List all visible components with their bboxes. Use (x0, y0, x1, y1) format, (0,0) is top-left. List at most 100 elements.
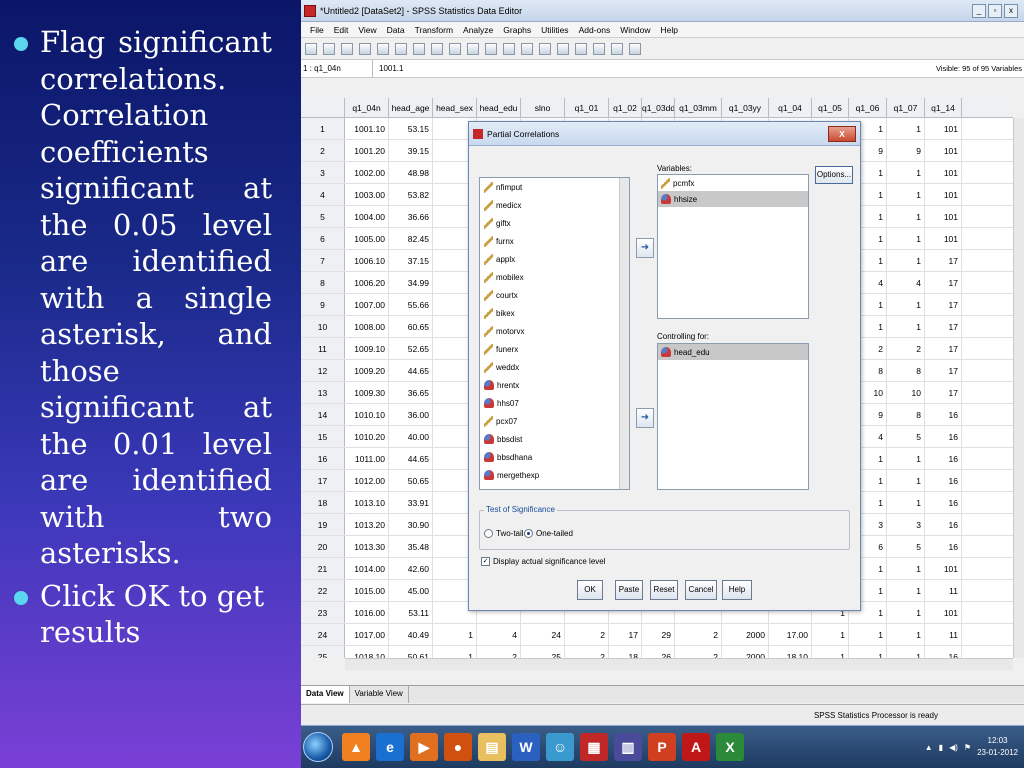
data-cell[interactable]: 9 (887, 140, 925, 161)
column-header[interactable]: head_sex (433, 98, 477, 117)
row-number[interactable]: 17 (301, 470, 345, 491)
data-cell[interactable]: 4 (477, 624, 521, 645)
row-number[interactable]: 8 (301, 272, 345, 293)
data-cell[interactable]: 1009.30 (345, 382, 389, 403)
column-header[interactable]: q1_03mm (675, 98, 722, 117)
menu-transform[interactable]: Transform (410, 25, 458, 35)
row-number[interactable]: 21 (301, 558, 345, 579)
data-cell[interactable]: 1 (433, 646, 477, 658)
data-cell[interactable]: 16 (925, 470, 962, 491)
ok-button[interactable]: OK (577, 580, 603, 600)
data-cell[interactable]: 8 (887, 404, 925, 425)
data-cell[interactable]: 101 (925, 162, 962, 183)
row-number[interactable]: 3 (301, 162, 345, 183)
row-number[interactable]: 12 (301, 360, 345, 381)
data-cell[interactable]: 34.99 (389, 272, 433, 293)
data-cell[interactable]: 40.49 (389, 624, 433, 645)
data-cell[interactable]: 1010.20 (345, 426, 389, 447)
insert-variable-icon[interactable] (503, 42, 515, 55)
data-cell[interactable]: 16 (925, 646, 962, 658)
data-cell[interactable]: 2000 (722, 646, 769, 658)
row-number[interactable]: 24 (301, 624, 345, 645)
data-cell[interactable]: 30.90 (389, 514, 433, 535)
volume-icon[interactable]: ◀) (949, 743, 958, 752)
data-cell[interactable]: 33.91 (389, 492, 433, 513)
data-cell[interactable]: 17 (609, 624, 642, 645)
messenger-icon[interactable]: ☺ (546, 733, 574, 761)
data-cell[interactable]: 1 (887, 294, 925, 315)
data-cell[interactable]: 1017.00 (345, 624, 389, 645)
row-number[interactable]: 9 (301, 294, 345, 315)
column-header[interactable]: q1_06 (849, 98, 887, 117)
data-cell[interactable]: 42.60 (389, 558, 433, 579)
data-cell[interactable]: 101 (925, 118, 962, 139)
data-cell[interactable]: 1013.20 (345, 514, 389, 535)
list-item[interactable]: pcx07 (480, 412, 629, 430)
row-number[interactable]: 2 (301, 140, 345, 161)
data-cell[interactable]: 1007.00 (345, 294, 389, 315)
data-cell[interactable]: 17 (925, 360, 962, 381)
column-header[interactable]: q1_14 (925, 98, 962, 117)
data-cell[interactable]: 60.65 (389, 316, 433, 337)
insert-cases-icon[interactable] (485, 42, 497, 55)
data-cell[interactable]: 29 (642, 624, 675, 645)
list-item[interactable]: giftx (480, 214, 629, 232)
data-cell[interactable]: 36.00 (389, 404, 433, 425)
data-cell[interactable]: 36.65 (389, 382, 433, 403)
list-item[interactable]: hhs07 (480, 394, 629, 412)
dialog-recall-icon[interactable] (359, 42, 371, 55)
vlc-icon[interactable]: ▲ (342, 733, 370, 761)
internet-explorer-icon[interactable]: e (376, 733, 404, 761)
spelling-icon[interactable] (629, 42, 641, 55)
source-list-scrollbar[interactable] (619, 178, 629, 489)
data-cell[interactable]: 1 (887, 162, 925, 183)
data-cell[interactable]: 53.11 (389, 602, 433, 623)
vertical-scrollbar[interactable] (1013, 118, 1024, 658)
column-header[interactable]: head_edu (477, 98, 521, 117)
column-header[interactable]: q1_05 (812, 98, 849, 117)
menu-data[interactable]: Data (382, 25, 410, 35)
list-item[interactable]: bikex (480, 304, 629, 322)
column-header[interactable]: q1_02 (609, 98, 642, 117)
data-cell[interactable]: 1009.20 (345, 360, 389, 381)
data-cell[interactable]: 1015.00 (345, 580, 389, 601)
column-header[interactable]: q1_01 (565, 98, 609, 117)
data-cell[interactable]: 44.65 (389, 448, 433, 469)
data-cell[interactable]: 82.45 (389, 228, 433, 249)
corner-cell[interactable] (301, 98, 345, 117)
data-cell[interactable]: 16 (925, 514, 962, 535)
row-number[interactable]: 16 (301, 448, 345, 469)
tab-variable-view[interactable]: Variable View (350, 686, 409, 703)
data-cell[interactable]: 16 (925, 448, 962, 469)
data-cell[interactable]: 26 (642, 646, 675, 658)
move-to-controlling-arrow-icon[interactable]: ➜ (636, 408, 654, 428)
data-cell[interactable]: 2 (565, 646, 609, 658)
list-item[interactable]: pcmfx (658, 175, 808, 191)
list-item[interactable]: head_edu (658, 344, 808, 360)
data-cell[interactable]: 2 (887, 338, 925, 359)
column-header[interactable]: q1_03dd (642, 98, 675, 117)
data-cell[interactable]: 17 (925, 294, 962, 315)
excel-icon[interactable]: X (716, 733, 744, 761)
save-icon[interactable] (323, 42, 335, 55)
print-icon[interactable] (341, 42, 353, 55)
powerpoint-icon[interactable]: P (648, 733, 676, 761)
find-icon[interactable] (467, 42, 479, 55)
data-cell[interactable]: 101 (925, 228, 962, 249)
data-cell[interactable]: 1001.20 (345, 140, 389, 161)
list-item[interactable]: courtx (480, 286, 629, 304)
data-cell[interactable]: 1011.00 (345, 448, 389, 469)
horizontal-scrollbar[interactable] (345, 658, 1013, 670)
menu-view[interactable]: View (353, 25, 381, 35)
data-cell[interactable]: 2000 (722, 624, 769, 645)
data-cell[interactable]: 1 (812, 624, 849, 645)
split-file-icon[interactable] (521, 42, 533, 55)
data-cell[interactable]: 1 (887, 206, 925, 227)
cancel-button[interactable]: Cancel (685, 580, 717, 600)
row-number[interactable]: 18 (301, 492, 345, 513)
open-icon[interactable] (305, 42, 317, 55)
data-cell[interactable]: 17 (925, 316, 962, 337)
data-cell[interactable]: 36.66 (389, 206, 433, 227)
row-number[interactable]: 7 (301, 250, 345, 271)
row-number[interactable]: 4 (301, 184, 345, 205)
